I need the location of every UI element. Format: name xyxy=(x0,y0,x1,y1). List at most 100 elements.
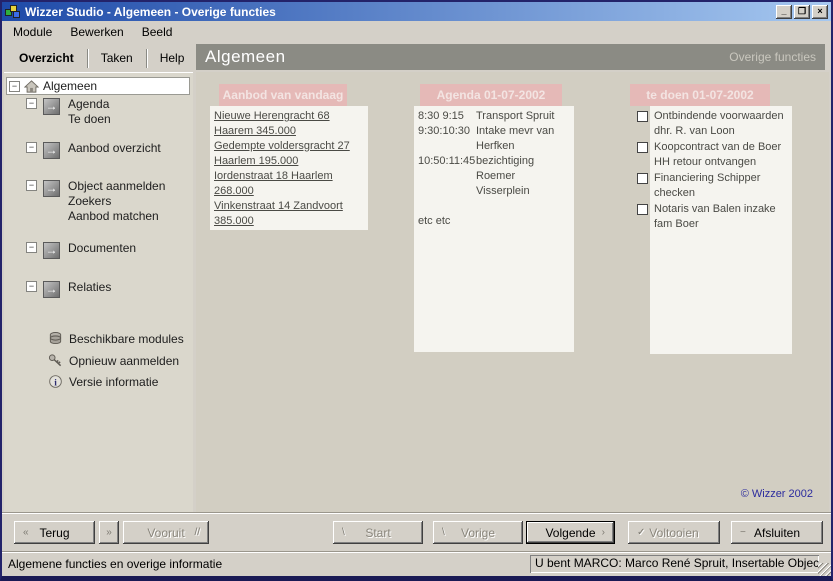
page-subtitle: Overige functies xyxy=(729,50,816,64)
app-icon xyxy=(5,5,21,19)
sidebar-item-aanbod-overzicht[interactable]: −→ Aanbod overzicht xyxy=(26,141,161,159)
sidebar-item-label[interactable]: Aanbod overzicht xyxy=(68,141,161,156)
key-icon xyxy=(48,353,63,368)
copyright-text: © Wizzer 2002 xyxy=(741,488,813,500)
start-button[interactable]: \ Start xyxy=(333,521,423,544)
page-title: Algemeen xyxy=(205,47,286,67)
tab-overzicht[interactable]: Overzicht xyxy=(6,51,87,65)
voltooien-button[interactable]: ✓ Voltooien xyxy=(628,521,720,544)
todo-checkbox[interactable] xyxy=(637,142,648,153)
menu-beeld[interactable]: Beeld xyxy=(139,24,176,40)
forward-slashes-icon: // xyxy=(194,527,200,538)
terug-button[interactable]: « Terug xyxy=(14,521,95,544)
sidebar-item-label[interactable]: Zoekers xyxy=(68,194,165,209)
svg-text:i: i xyxy=(54,378,57,388)
app-window: Wizzer Studio - Algemeen - Overige funct… xyxy=(0,0,833,581)
panel-agenda: Agenda 01-07-2002 8:30 9:15 Transport Sp… xyxy=(414,84,574,352)
collapse-icon[interactable]: − xyxy=(26,180,37,191)
sidebar-item-algemeen[interactable]: − Algemeen xyxy=(6,77,190,95)
agenda-entry: 8:30 9:15 Transport Spruit xyxy=(418,109,570,124)
link-beschikbare-modules[interactable]: Beschikbare modules xyxy=(48,331,184,346)
panel-title: Aanbod van vandaag xyxy=(219,84,347,106)
arrow-icon[interactable]: → xyxy=(43,180,60,197)
menu-bewerken[interactable]: Bewerken xyxy=(67,24,126,40)
resize-grip[interactable] xyxy=(818,563,831,576)
history-dropdown-button[interactable]: » xyxy=(99,521,119,544)
back-chevrons-icon: « xyxy=(23,527,29,538)
todo-label: Koopcontract van de Boer HH retour ontva… xyxy=(654,141,781,168)
vooruit-button[interactable]: Vooruit // xyxy=(123,521,209,544)
todo-label: Notaris van Balen inzake fam Boer xyxy=(654,203,776,230)
maximize-button[interactable]: ❐ xyxy=(794,5,810,19)
arrow-icon[interactable]: → xyxy=(43,242,60,259)
link-versie-informatie[interactable]: i Versie informatie xyxy=(48,374,158,389)
dash-icon: − xyxy=(740,527,746,538)
chevron-icon: » xyxy=(106,527,112,538)
listing-link[interactable]: Gedempte voldersgracht 27 Haarlem 195.00… xyxy=(214,139,364,169)
arrow-icon[interactable]: → xyxy=(43,142,60,159)
window-title: Wizzer Studio - Algemeen - Overige funct… xyxy=(25,5,776,19)
minimize-button[interactable]: _ xyxy=(776,5,792,19)
link-opnieuw-aanmelden[interactable]: Opnieuw aanmelden xyxy=(48,353,179,368)
diagonal-icon: \ xyxy=(342,527,345,538)
todo-item: Notaris van Balen inzake fam Boer xyxy=(654,202,788,232)
close-button[interactable]: × xyxy=(812,5,828,19)
home-icon xyxy=(24,79,39,94)
todo-item: Financiering Schipper checken xyxy=(654,171,788,201)
collapse-icon[interactable]: − xyxy=(9,81,20,92)
agenda-time: 9:30:10:30 xyxy=(418,124,476,154)
todo-label: Financiering Schipper checken xyxy=(654,172,760,199)
sidebar-item-documenten[interactable]: −→ Documenten xyxy=(26,241,136,259)
tab-taken[interactable]: Taken xyxy=(88,51,146,65)
listing-link[interactable]: Iordenstraat 18 Haarlem 268.000 xyxy=(214,169,364,199)
menu-module[interactable]: Module xyxy=(10,24,55,40)
todo-item: Koopcontract van de Boer HH retour ontva… xyxy=(654,140,788,170)
collapse-icon[interactable]: − xyxy=(26,242,37,253)
sidebar-item-object-aanmelden[interactable]: −→ Object aanmeldenZoekersAanbod matchen xyxy=(26,179,165,224)
sidebar-item-label[interactable]: Object aanmelden xyxy=(68,179,165,194)
link-label[interactable]: Versie informatie xyxy=(69,375,158,389)
status-message: Algemene functies en overige informatie xyxy=(8,557,222,571)
todo-item: Ontbindende voorwaarden dhr. R. van Loon xyxy=(654,109,788,139)
sidebar-item-label[interactable]: Te doen xyxy=(68,112,111,127)
menubar: Module Bewerken Beeld xyxy=(2,21,831,42)
listing-link[interactable]: Nieuwe Herengracht 68 Haarem 345.000 xyxy=(214,109,364,139)
check-icon: ✓ xyxy=(637,527,645,538)
collapse-icon[interactable]: − xyxy=(26,98,37,109)
arrow-icon[interactable]: → xyxy=(43,98,60,115)
user-status-field: U bent MARCO: Marco René Spruit, Inserta… xyxy=(530,555,819,573)
agenda-note: etc etc xyxy=(418,214,570,229)
panel-aanbod-van-vandaag: Aanbod van vandaag Nieuwe Herengracht 68… xyxy=(210,84,368,230)
sidebar-item-label[interactable]: Documenten xyxy=(68,241,136,256)
volgende-button[interactable]: Volgende › xyxy=(526,521,615,544)
button-bar: « Terug » Vooruit // \ Start \ Vorige Vo… xyxy=(2,512,831,551)
sidebar-item-label: Algemeen xyxy=(43,79,97,93)
todo-checkbox[interactable] xyxy=(637,204,648,215)
panel-title: te doen 01-07-2002 xyxy=(630,84,770,106)
vorige-button[interactable]: \ Vorige xyxy=(433,521,523,544)
tab-help[interactable]: Help xyxy=(147,51,198,65)
agenda-entry: 10:50:11:45 bezichtiging Roemer Visserpl… xyxy=(418,154,570,199)
tab-row: Overzicht Taken Help Algemeen Overige fu… xyxy=(2,42,831,72)
collapse-icon[interactable]: − xyxy=(26,281,37,292)
link-label[interactable]: Opnieuw aanmelden xyxy=(69,354,179,368)
page-header: Algemeen Overige functies xyxy=(196,44,825,70)
sidebar-item-label[interactable]: Aanbod matchen xyxy=(68,209,165,224)
sidebar-item-relaties[interactable]: −→ Relaties xyxy=(26,280,111,298)
afsluiten-button[interactable]: − Afsluiten xyxy=(731,521,823,544)
todo-checkbox[interactable] xyxy=(637,111,648,122)
database-icon xyxy=(48,331,63,346)
sidebar-item-label[interactable]: Agenda xyxy=(68,97,111,112)
status-bar: Algemene functies en overige informatie … xyxy=(2,551,831,576)
titlebar[interactable]: Wizzer Studio - Algemeen - Overige funct… xyxy=(2,2,831,21)
sidebar-item-agenda[interactable]: −→ AgendaTe doen xyxy=(26,97,111,127)
collapse-icon[interactable]: − xyxy=(26,142,37,153)
arrow-icon[interactable]: → xyxy=(43,281,60,298)
listing-link[interactable]: Vinkenstraat 14 Zandvoort 385.000 xyxy=(214,199,364,229)
link-label[interactable]: Beschikbare modules xyxy=(69,332,184,346)
todo-checkbox[interactable] xyxy=(637,173,648,184)
sidebar-item-label[interactable]: Relaties xyxy=(68,280,111,295)
agenda-time: 10:50:11:45 xyxy=(418,154,476,199)
agenda-text: Intake mevr van Herfken xyxy=(476,124,570,154)
next-chevron-icon: › xyxy=(602,527,605,538)
